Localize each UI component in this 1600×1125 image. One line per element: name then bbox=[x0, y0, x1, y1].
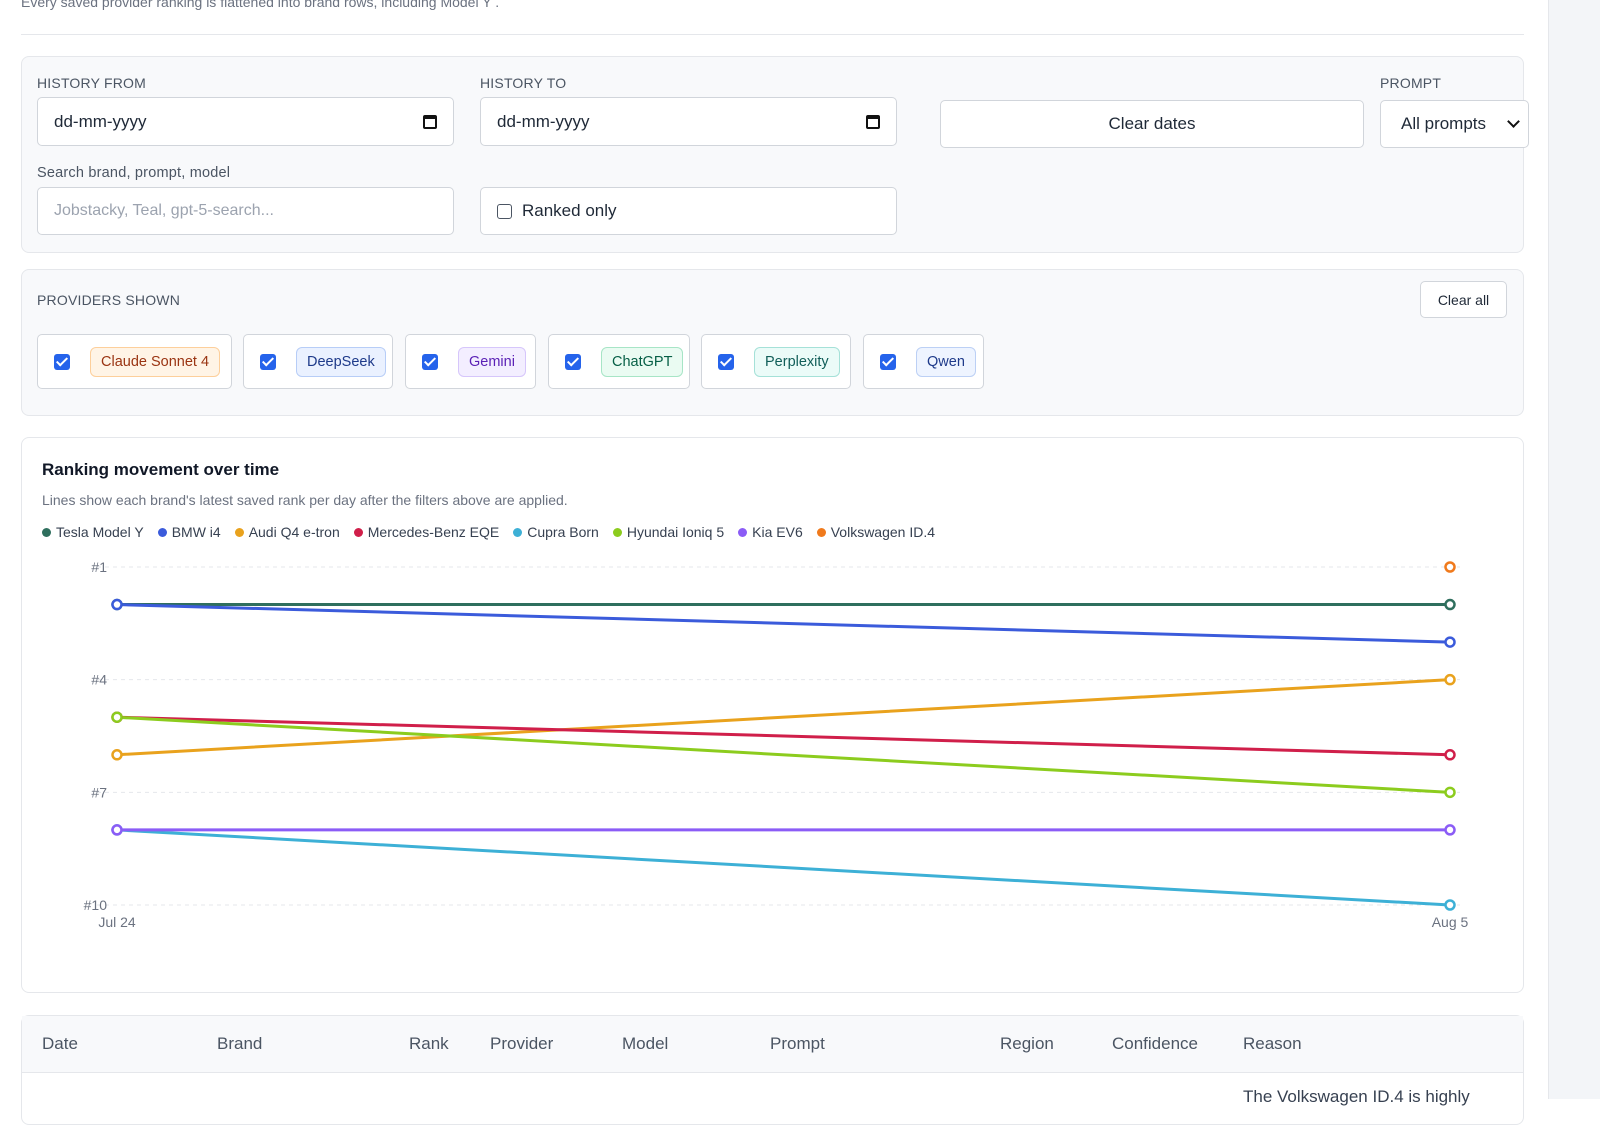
provider-label: ChatGPT bbox=[601, 346, 684, 377]
series-line bbox=[115, 715, 1452, 757]
data-point bbox=[1444, 673, 1456, 686]
calendar-icon[interactable] bbox=[423, 114, 437, 129]
ranked-only-toggle[interactable]: Ranked only bbox=[480, 187, 897, 235]
provider-chip-chatgpt[interactable]: ChatGPT bbox=[548, 334, 690, 389]
calendar-icon[interactable] bbox=[866, 114, 880, 129]
filters-panel: HISTORY FROM dd-mm-yyyy HISTORY TO dd-mm… bbox=[21, 56, 1529, 253]
prompt-select-value: All prompts bbox=[1401, 114, 1487, 133]
provider-chip-claude[interactable]: Claude Sonnet 4 bbox=[37, 334, 232, 389]
x-tick-label: Jul 24 bbox=[98, 914, 136, 930]
clear-all-button[interactable]: Clear all bbox=[1420, 281, 1507, 318]
rankings-table: Date Brand Rank Provider Model Prompt Re… bbox=[21, 1015, 1524, 1125]
data-point bbox=[111, 598, 123, 611]
history-to-value: dd-mm-yyyy bbox=[497, 111, 590, 131]
prompt-select[interactable]: All prompts bbox=[1380, 100, 1529, 148]
series-line bbox=[115, 603, 1452, 644]
provider-chip-gemini[interactable]: Gemini bbox=[405, 334, 536, 389]
y-tick-label: #4 bbox=[91, 672, 107, 688]
column-header[interactable]: Reason bbox=[1243, 1034, 1302, 1054]
checkbox-checked[interactable] bbox=[718, 353, 734, 370]
provider-chip-deepseek[interactable]: DeepSeek bbox=[243, 334, 393, 389]
provider-label: Qwen bbox=[916, 346, 976, 377]
column-header[interactable]: Provider bbox=[490, 1034, 553, 1054]
y-tick-label: #10 bbox=[84, 897, 108, 913]
column-header[interactable]: Region bbox=[1000, 1034, 1054, 1054]
search-input[interactable]: Jobstacky, Teal, gpt-5-search... bbox=[37, 187, 454, 235]
providers-label: PROVIDERS SHOWN bbox=[37, 292, 181, 308]
providers-panel: PROVIDERS SHOWN Clear all Claude Sonnet … bbox=[21, 269, 1524, 416]
provider-label: Perplexity bbox=[754, 346, 840, 377]
provider-label: Claude Sonnet 4 bbox=[90, 346, 221, 377]
history-from-input[interactable]: dd-mm-yyyy bbox=[37, 97, 454, 146]
data-point bbox=[1444, 636, 1456, 648]
history-to-label: HISTORY TO bbox=[480, 75, 567, 91]
clear-dates-button[interactable]: Clear dates bbox=[940, 100, 1364, 148]
y-tick-label: #7 bbox=[91, 784, 107, 800]
column-header[interactable]: Prompt bbox=[770, 1034, 825, 1054]
prompt-label: PROMPT bbox=[1380, 75, 1442, 91]
ranked-only-label: Ranked only bbox=[522, 201, 617, 220]
data-point bbox=[1444, 899, 1456, 911]
provider-chip-qwen[interactable]: Qwen bbox=[863, 334, 984, 389]
table-header: Date Brand Rank Provider Model Prompt Re… bbox=[22, 1016, 1523, 1073]
column-header[interactable]: Rank bbox=[409, 1034, 449, 1054]
data-point bbox=[1444, 824, 1456, 836]
checkbox-checked[interactable] bbox=[54, 353, 70, 370]
data-point bbox=[1444, 598, 1456, 611]
provider-label: DeepSeek bbox=[296, 346, 386, 377]
checkbox-checked[interactable] bbox=[422, 353, 438, 370]
data-point bbox=[111, 749, 123, 761]
series-line bbox=[115, 678, 1452, 757]
checkbox-checked[interactable] bbox=[565, 353, 581, 370]
data-point bbox=[111, 824, 123, 836]
x-tick-label: Aug 5 bbox=[1432, 914, 1469, 930]
history-to-input[interactable]: dd-mm-yyyy bbox=[480, 97, 897, 146]
column-header[interactable]: Confidence bbox=[1112, 1034, 1198, 1054]
divider bbox=[21, 34, 1524, 35]
page-note: Every saved provider ranking is flattene… bbox=[21, 0, 500, 10]
data-point bbox=[1444, 749, 1456, 761]
ranked-only-checkbox[interactable] bbox=[497, 203, 512, 219]
series-line bbox=[115, 715, 1452, 794]
chevron-down-icon bbox=[1507, 115, 1520, 128]
provider-chip-perplexity[interactable]: Perplexity bbox=[701, 334, 851, 389]
data-point bbox=[111, 711, 123, 723]
line-chart: #1 #4 #7 #10Jul 24 Aug 5 bbox=[84, 559, 1469, 930]
column-header[interactable]: Brand bbox=[217, 1034, 262, 1054]
data-point bbox=[1444, 786, 1456, 799]
reason-cell: The Volkswagen ID.4 is highly bbox=[1243, 1087, 1470, 1106]
history-from-label: HISTORY FROM bbox=[37, 75, 146, 91]
search-placeholder: Jobstacky, Teal, gpt-5-search... bbox=[54, 202, 274, 219]
column-header[interactable]: Date bbox=[42, 1034, 78, 1054]
checkbox-checked[interactable] bbox=[260, 353, 276, 370]
y-tick-label: #1 bbox=[91, 559, 107, 575]
ranking-chart-card: Ranking movement over time Lines show ea… bbox=[21, 437, 1524, 993]
scrollbar-track[interactable] bbox=[1548, 0, 1600, 1099]
search-label: Search brand, prompt, model bbox=[37, 165, 231, 181]
series-line bbox=[115, 828, 1452, 907]
column-header[interactable]: Model bbox=[622, 1034, 668, 1054]
provider-label: Gemini bbox=[458, 346, 526, 377]
data-point bbox=[1444, 561, 1456, 573]
checkbox-checked[interactable] bbox=[880, 353, 896, 370]
history-from-value: dd-mm-yyyy bbox=[54, 111, 147, 131]
